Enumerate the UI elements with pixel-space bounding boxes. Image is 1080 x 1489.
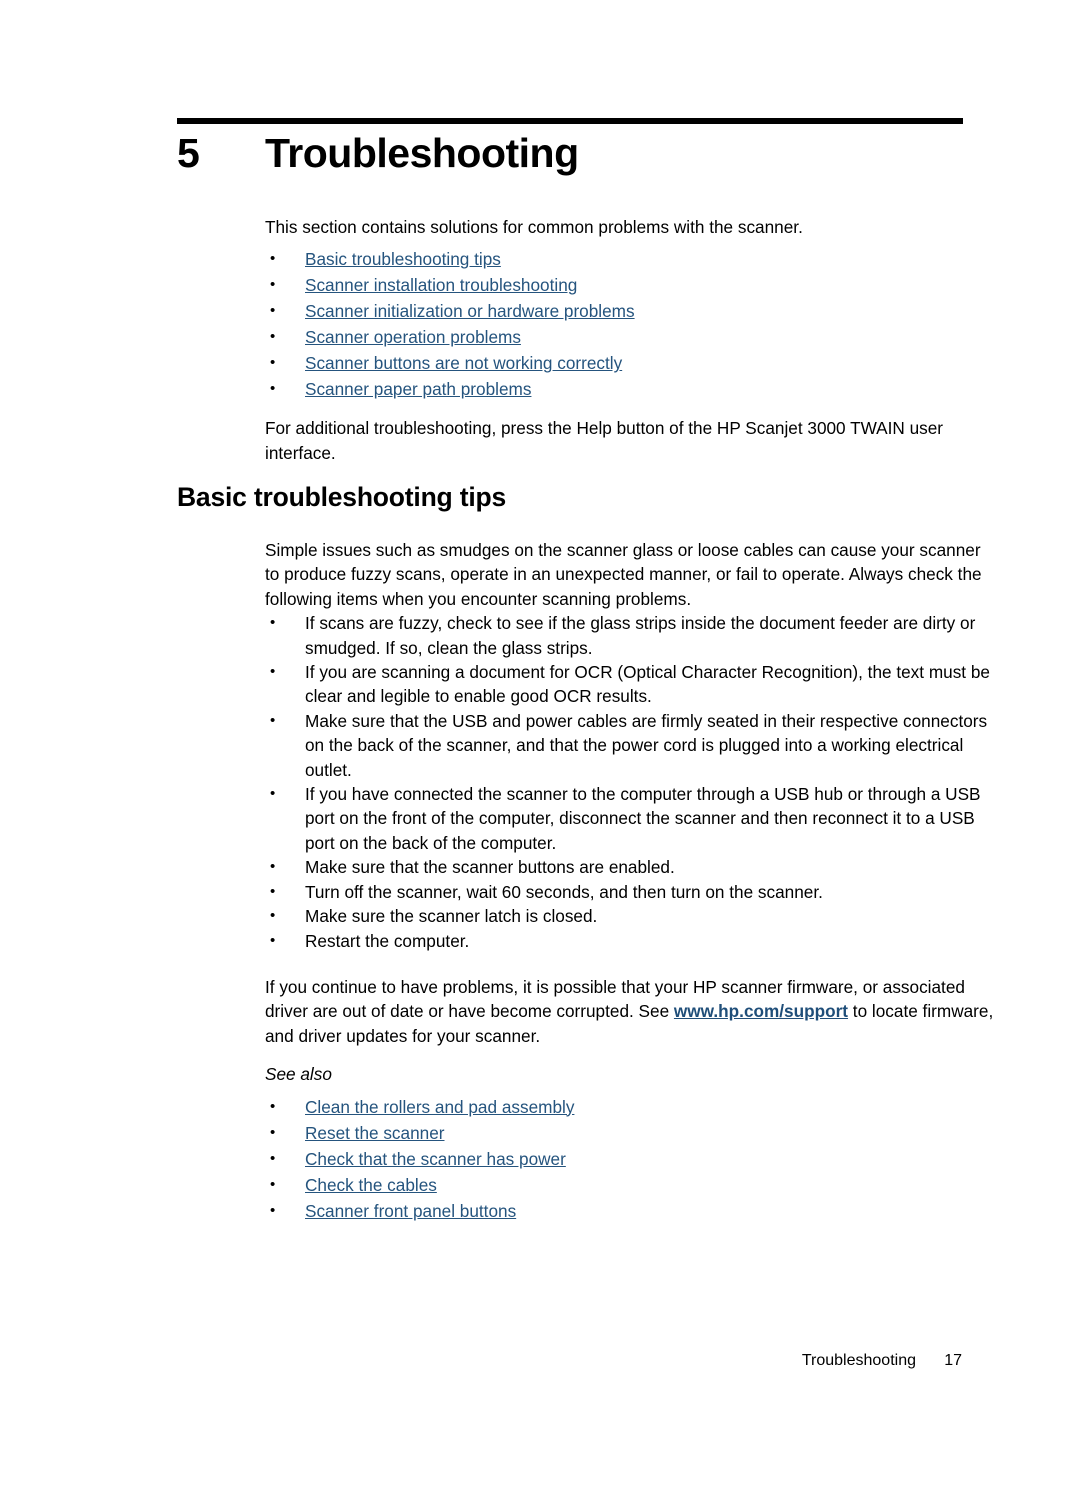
- intro-block: This section contains solutions for comm…: [265, 215, 998, 465]
- list-item: Scanner front panel buttons: [265, 1198, 998, 1224]
- link-scanner-front-panel-buttons[interactable]: Scanner front panel buttons: [305, 1201, 516, 1221]
- link-scanner-paper-path-problems[interactable]: Scanner paper path problems: [305, 379, 531, 399]
- list-item: Scanner buttons are not working correctl…: [265, 350, 998, 376]
- list-item: Restart the computer.: [265, 929, 998, 954]
- list-item: If scans are fuzzy, check to see if the …: [265, 611, 998, 660]
- list-item: Scanner paper path problems: [265, 376, 998, 402]
- chapter-title: Troubleshooting: [265, 130, 579, 176]
- list-item: Scanner operation problems: [265, 324, 998, 350]
- list-item: Make sure that the USB and power cables …: [265, 709, 998, 782]
- footer-chapter-label: Troubleshooting: [801, 1352, 916, 1369]
- chapter-heading: 5 Troubleshooting: [177, 130, 977, 177]
- firmware-note-paragraph: If you continue to have problems, it is …: [265, 975, 998, 1048]
- section-block: Simple issues such as smudges on the sca…: [265, 538, 998, 1224]
- intro-closing-paragraph: For additional troubleshooting, press th…: [265, 418, 944, 463]
- link-basic-troubleshooting-tips[interactable]: Basic troubleshooting tips: [305, 249, 501, 269]
- document-page: 5 Troubleshooting This section contains …: [0, 0, 1080, 1489]
- list-item: If you are scanning a document for OCR (…: [265, 660, 998, 709]
- chapter-rule: [177, 118, 963, 124]
- intro-paragraph: This section contains solutions for comm…: [265, 217, 803, 237]
- list-item: Check the cables: [265, 1172, 998, 1198]
- see-also-link-list: Clean the rollers and pad assembly Reset…: [265, 1094, 998, 1224]
- see-also-label: See also: [265, 1064, 332, 1085]
- link-scanner-installation-troubleshooting[interactable]: Scanner installation troubleshooting: [305, 275, 577, 295]
- list-item: Check that the scanner has power: [265, 1146, 998, 1172]
- list-item: Scanner installation troubleshooting: [265, 272, 998, 298]
- link-scanner-operation-problems[interactable]: Scanner operation problems: [305, 327, 521, 347]
- section-heading: Basic troubleshooting tips: [177, 482, 507, 512]
- intro-link-list: Basic troubleshooting tips Scanner insta…: [265, 246, 998, 402]
- list-item: Make sure the scanner latch is closed.: [265, 904, 998, 929]
- chapter-number: 5: [177, 130, 200, 176]
- list-item: Scanner initialization or hardware probl…: [265, 298, 998, 324]
- link-check-the-cables[interactable]: Check the cables: [305, 1175, 437, 1195]
- footer-page-number: 17: [944, 1352, 962, 1369]
- link-scanner-initialization-or-hardware-problems[interactable]: Scanner initialization or hardware probl…: [305, 301, 635, 321]
- link-clean-rollers-and-pad-assembly[interactable]: Clean the rollers and pad assembly: [305, 1097, 574, 1117]
- list-item: Basic troubleshooting tips: [265, 246, 998, 272]
- list-item: Make sure that the scanner buttons are e…: [265, 855, 998, 880]
- list-item: Reset the scanner: [265, 1120, 998, 1146]
- link-check-scanner-has-power[interactable]: Check that the scanner has power: [305, 1149, 566, 1169]
- list-item: Turn off the scanner, wait 60 seconds, a…: [265, 880, 998, 905]
- section-bullet-list: If scans are fuzzy, check to see if the …: [265, 611, 998, 953]
- list-item: Clean the rollers and pad assembly: [265, 1094, 998, 1120]
- section-intro-paragraph: Simple issues such as smudges on the sca…: [265, 540, 982, 609]
- link-reset-the-scanner[interactable]: Reset the scanner: [305, 1123, 445, 1143]
- link-scanner-buttons-not-working[interactable]: Scanner buttons are not working correctl…: [305, 353, 622, 373]
- link-hp-support-url[interactable]: www.hp.com/support: [674, 1001, 848, 1021]
- list-item: If you have connected the scanner to the…: [265, 782, 998, 855]
